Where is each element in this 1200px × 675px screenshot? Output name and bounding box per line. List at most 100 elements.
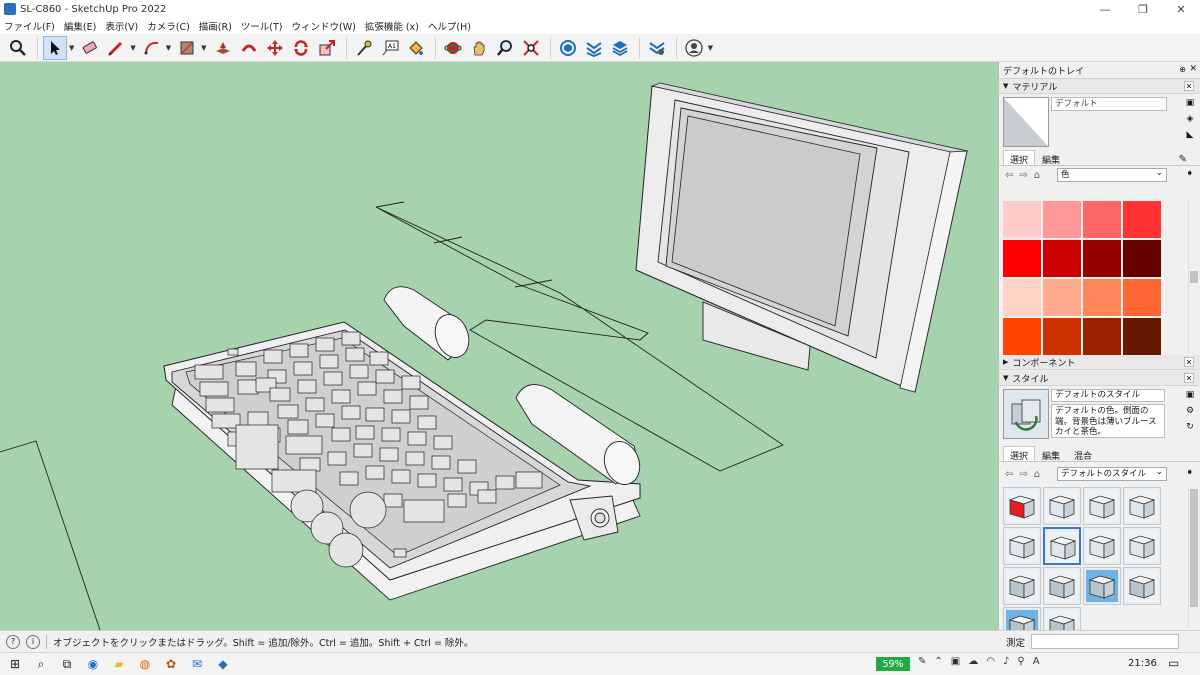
sketchup-taskbar-icon[interactable]: ◆ [212, 653, 234, 675]
zoom-extents-button[interactable] [519, 36, 543, 60]
materials-panel-header[interactable]: ▼ マテリアル ✕ [999, 79, 1200, 94]
clock-time[interactable]: 21:36 [1128, 658, 1157, 669]
credits-icon[interactable]: i [26, 634, 40, 649]
forward-arrow-icon[interactable]: ⇨ [1019, 469, 1027, 480]
scale-tool-button[interactable] [315, 36, 339, 60]
styles-panel-header[interactable]: ▼ スタイル ✕ [999, 371, 1200, 386]
pen-icon[interactable]: ✎ [918, 656, 926, 667]
color-swatch[interactable] [1003, 279, 1041, 316]
home-icon[interactable]: ⌂ [1034, 469, 1040, 480]
menu-tools[interactable]: ツール(T) [241, 19, 283, 33]
pan-tool-button[interactable] [467, 36, 491, 60]
materials-scroll-thumb[interactable] [1190, 271, 1198, 283]
color-swatch[interactable] [1043, 318, 1081, 355]
tray-close-icon[interactable]: ✕ [1189, 64, 1197, 74]
components-close-icon[interactable]: ✕ [1184, 357, 1194, 367]
color-swatch[interactable] [1083, 318, 1121, 355]
style-name-field[interactable]: デフォルトのスタイル [1051, 389, 1165, 402]
style-thumbnail[interactable] [1003, 527, 1041, 565]
details-arrow-icon[interactable]: ➧ [1186, 467, 1194, 478]
material-name-field[interactable]: デフォルト [1051, 97, 1167, 111]
windows-start-icon[interactable]: ⊞ [4, 653, 26, 675]
onedrive-icon[interactable]: ☁ [968, 656, 978, 667]
extension-warehouse-button[interactable] [582, 36, 606, 60]
orbit-tool-button[interactable] [441, 36, 465, 60]
forward-arrow-icon[interactable]: ⇨ [1019, 170, 1027, 181]
minimize-button[interactable]: — [1086, 0, 1124, 18]
style-thumbnail[interactable] [1043, 487, 1081, 525]
color-swatch[interactable] [1083, 279, 1121, 316]
style-description-field[interactable]: デフォルトの色。側面の端。背景色は薄いブルースカイと茶色。 [1051, 404, 1165, 438]
drawing-viewport[interactable] [0, 62, 998, 630]
tab-style-select[interactable]: 選択 [1003, 446, 1036, 462]
firefox-icon[interactable]: ◍ [134, 653, 156, 675]
style-thumbnail[interactable] [1043, 527, 1081, 565]
search-tool-button[interactable] [6, 36, 30, 60]
menu-window[interactable]: ウィンドウ(W) [292, 19, 356, 33]
model-canvas[interactable] [0, 62, 998, 630]
task-view-icon[interactable]: ⧉ [56, 653, 78, 675]
battery-indicator[interactable]: 59% [876, 657, 910, 671]
zoom-tool-button[interactable] [493, 36, 517, 60]
color-swatch[interactable] [1043, 279, 1081, 316]
volume-icon[interactable]: ♪ [1003, 656, 1009, 667]
style-library-select[interactable]: デフォルトのスタイル [1057, 466, 1167, 481]
material-cube-icon[interactable]: ◈ [1184, 113, 1196, 125]
style-thumbnail[interactable] [1083, 567, 1121, 605]
push-pull-tool-button[interactable] [211, 36, 235, 60]
color-swatch[interactable] [1043, 201, 1081, 238]
arc-dropdown-icon[interactable]: ▼ [166, 44, 171, 52]
style-thumbnail[interactable] [1043, 567, 1081, 605]
components-panel-header[interactable]: ▶ コンポーネント ✕ [999, 355, 1200, 370]
refresh-style-icon[interactable]: ↻ [1184, 421, 1196, 433]
menu-extensions[interactable]: 拡張機能 (x) [365, 19, 419, 33]
edge-browser-icon[interactable]: ◉ [82, 653, 104, 675]
menu-edit[interactable]: 編集(E) [64, 19, 96, 33]
color-swatch[interactable] [1123, 201, 1161, 238]
tape-measure-tool-button[interactable] [352, 36, 376, 60]
menu-camera[interactable]: カメラ(C) [147, 19, 190, 33]
wifi-icon[interactable]: ◠ [986, 656, 995, 667]
geo-location-icon[interactable]: ? [6, 634, 20, 649]
shape-dropdown-icon[interactable]: ▼ [201, 44, 206, 52]
move-tool-button[interactable] [263, 36, 287, 60]
text-tool-button[interactable]: A1 [378, 36, 402, 60]
network-icon[interactable]: ⚲ [1017, 656, 1024, 667]
back-arrow-icon[interactable]: ⇦ [1005, 469, 1013, 480]
select-tool-button[interactable] [43, 35, 67, 60]
eraser-tool-button[interactable] [78, 36, 102, 60]
keyboard-device-model[interactable] [163, 286, 645, 601]
styles-scrollbar[interactable] [1188, 487, 1198, 627]
layout-button[interactable] [608, 36, 632, 60]
new-material-icon[interactable]: ▣ [1184, 97, 1196, 109]
ime-mode-icon[interactable]: A [1033, 656, 1040, 667]
line-tool-button[interactable] [104, 36, 128, 60]
tab-select[interactable]: 選択 [1003, 150, 1036, 166]
materials-close-icon[interactable]: ✕ [1184, 81, 1194, 91]
rotate-tool-button[interactable] [289, 36, 313, 60]
chevron-up-icon[interactable]: ⌃ [934, 656, 942, 667]
details-arrow-icon[interactable]: ➧ [1186, 168, 1194, 179]
sample-paint-icon[interactable]: ◣ [1184, 129, 1196, 141]
color-swatch[interactable] [1123, 279, 1161, 316]
color-swatch[interactable] [1003, 201, 1041, 238]
paint-bucket-tool-button[interactable] [404, 36, 428, 60]
menu-view[interactable]: 表示(V) [105, 19, 138, 33]
style-thumbnail[interactable] [1123, 567, 1161, 605]
styles-scroll-thumb[interactable] [1190, 489, 1198, 607]
new-style-icon[interactable]: ▣ [1184, 389, 1196, 401]
extension-manager-button[interactable] [645, 36, 669, 60]
account-button[interactable] [682, 36, 706, 60]
style-thumbnail[interactable] [1083, 487, 1121, 525]
pin-icon[interactable]: ⊕ [1179, 65, 1186, 74]
color-swatch[interactable] [1043, 240, 1081, 277]
style-settings-icon[interactable]: ⚙ [1184, 405, 1196, 417]
color-swatch[interactable] [1123, 318, 1161, 355]
line-dropdown-icon[interactable]: ▼ [130, 44, 135, 52]
style-thumbnail[interactable] [1003, 487, 1041, 525]
tab-style-edit[interactable]: 編集 [1035, 446, 1067, 462]
follow-me-tool-button[interactable] [237, 36, 261, 60]
menu-help[interactable]: ヘルプ(H) [428, 19, 471, 33]
style-thumbnail[interactable] [1003, 567, 1041, 605]
monitor-model[interactable] [635, 82, 969, 393]
